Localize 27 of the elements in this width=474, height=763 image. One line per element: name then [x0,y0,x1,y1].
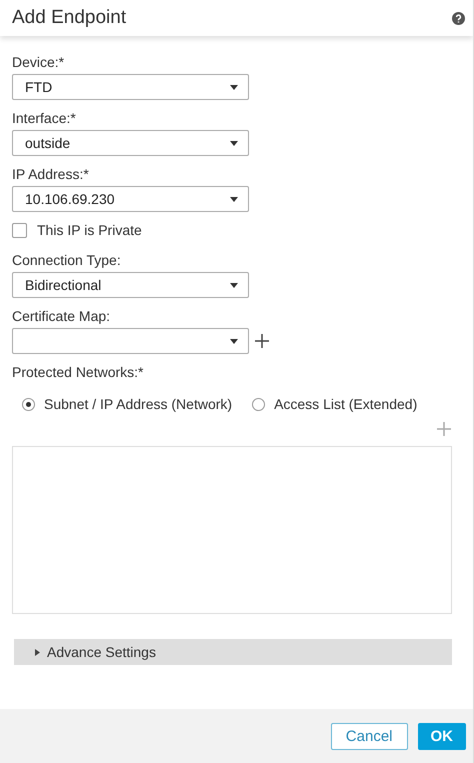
radio-label: Subnet / IP Address (Network) [44,396,232,412]
help-icon[interactable] [452,12,465,24]
caret-icon [230,282,238,288]
field-label: Connection Type: [12,252,122,268]
field-label: Interface:* [12,110,77,126]
radio-button[interactable] [22,398,35,410]
cancel-button[interactable]: Cancel [330,722,408,750]
radio-label: Access List (Extended) [274,396,418,412]
field-label: Device:* [12,54,66,70]
field-label: IP Address:* [12,166,90,182]
dialog-title: Add Endpoint [12,7,126,29]
dropdown[interactable]: outside [12,130,249,156]
caret-icon [230,140,238,146]
checkbox-label: This IP is Private [37,222,142,238]
field-label: Certificate Map: [12,308,112,324]
plus-icon[interactable] [255,334,269,348]
checkbox[interactable] [12,222,27,238]
dropdown[interactable]: Bidirectional [12,272,249,298]
caret-icon [230,196,238,202]
dropdown[interactable]: FTD [12,74,249,100]
caret-icon [230,84,238,90]
dropdown[interactable]: 10.106.69.230 [12,186,249,212]
field-label: Protected Networks:* [12,364,144,380]
advance-settings-toggle[interactable]: Advance Settings [14,639,452,665]
dropdown[interactable] [12,328,249,354]
radio-button[interactable] [252,398,266,410]
caret-icon [230,338,238,344]
